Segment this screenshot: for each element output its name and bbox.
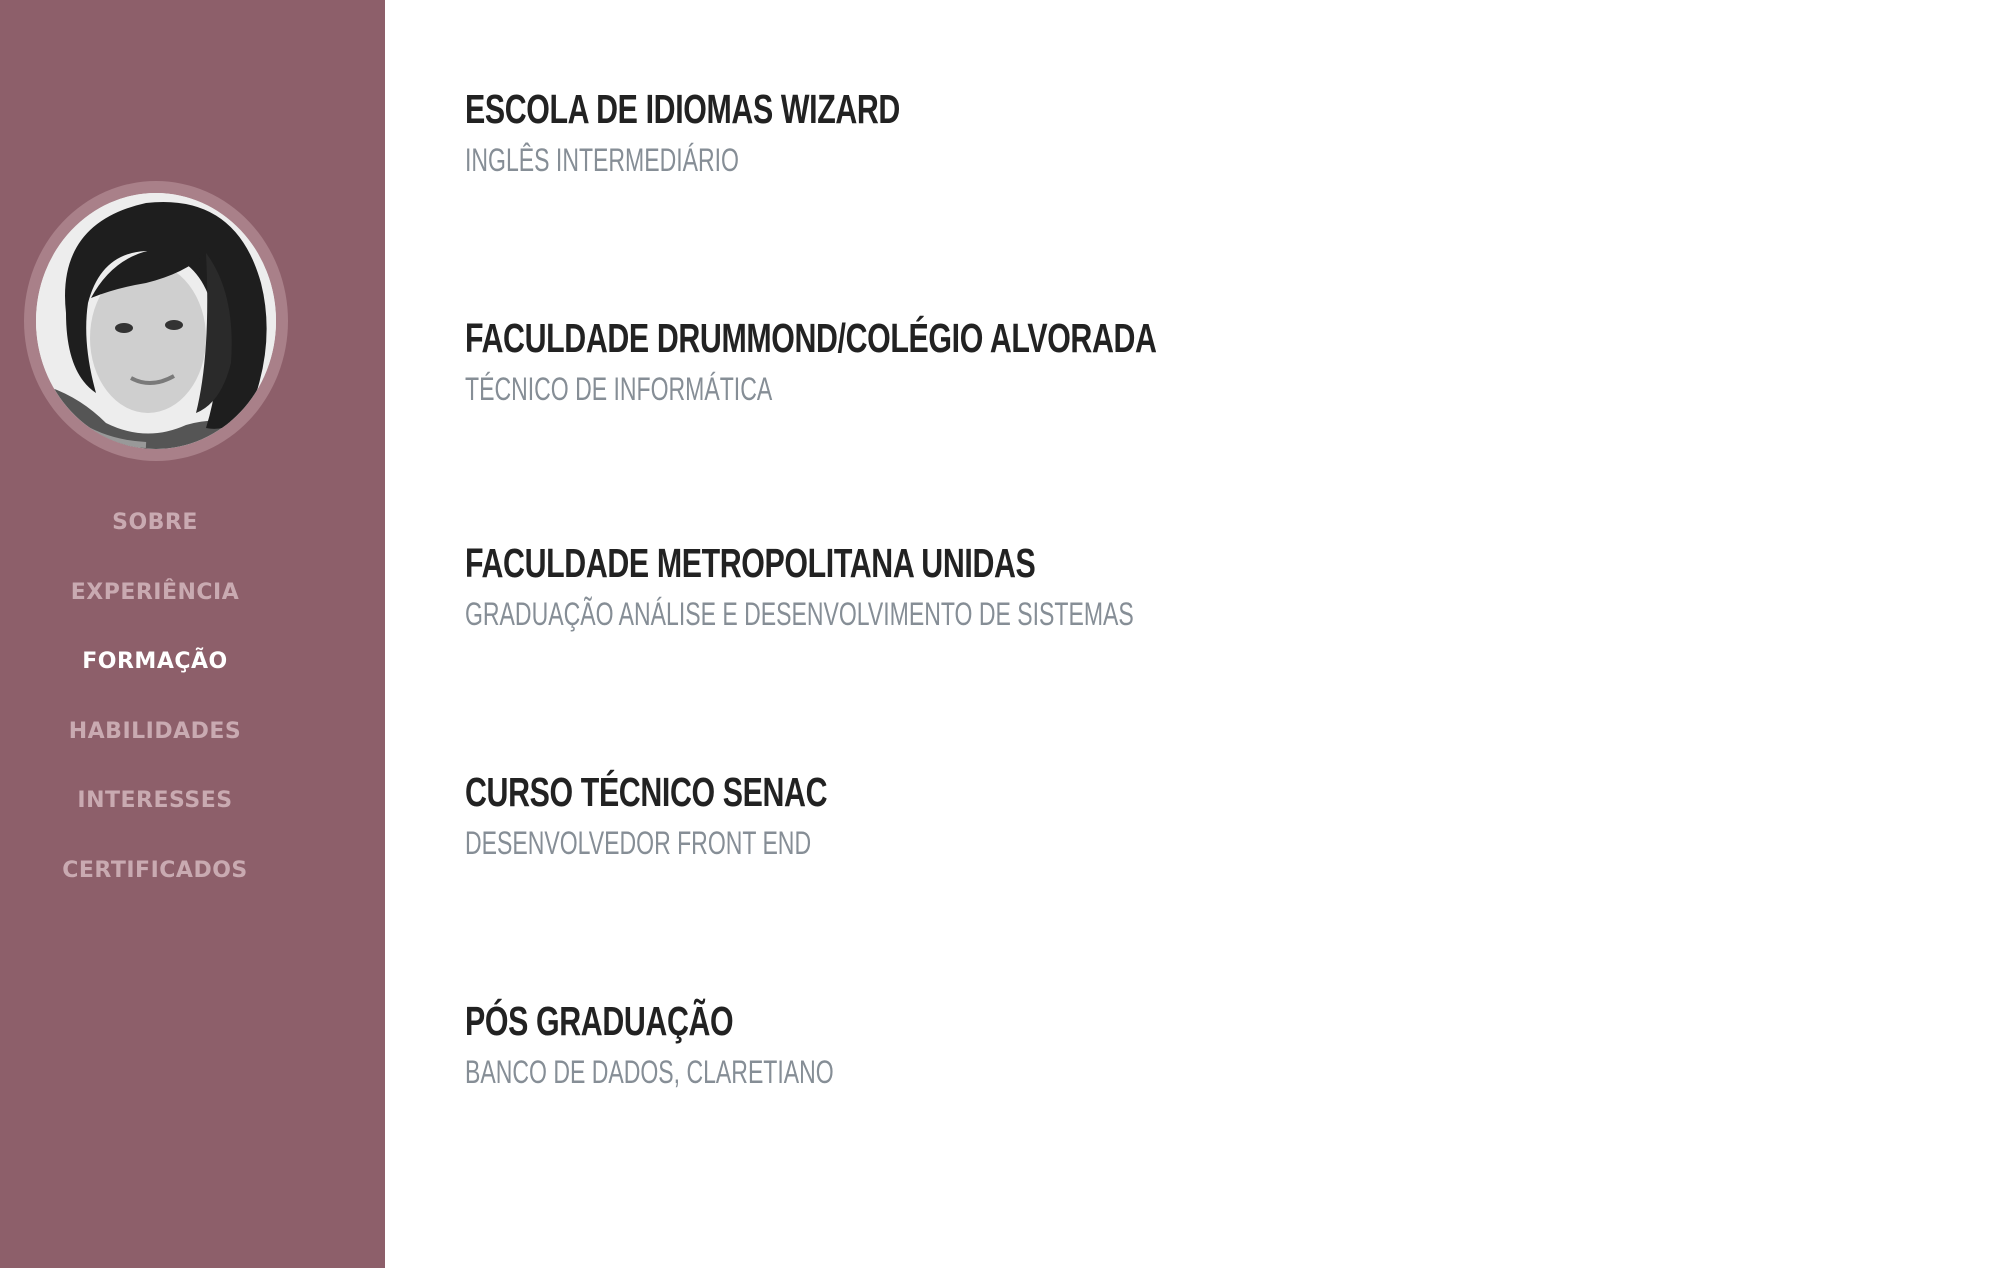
nav-item-interesses[interactable]: INTERESSES (0, 778, 310, 848)
education-entry: FACULDADE DRUMMOND/COLÉGIO ALVORADA TÉCN… (465, 313, 1865, 409)
entry-subtitle: GRADUAÇÃO ANÁLISE E DESENVOLVIMENTO DE S… (465, 596, 1134, 632)
nav-item-habilidades[interactable]: HABILIDADES (0, 709, 310, 779)
entry-title: FACULDADE METROPOLITANA UNIDAS (465, 540, 1036, 586)
entry-title: FACULDADE DRUMMOND/COLÉGIO ALVORADA (465, 315, 1157, 361)
education-entry: PÓS GRADUAÇÃO BANCO DE DADOS, CLARETIANO (465, 996, 1865, 1092)
avatar (36, 193, 276, 449)
nav-item-experiencia[interactable]: EXPERIÊNCIA (0, 570, 310, 640)
page: SOBRE EXPERIÊNCIA FORMAÇÃO HABILIDADES I… (0, 0, 2000, 1268)
education-entry: CURSO TÉCNICO SENAC DESENVOLVEDOR FRONT … (465, 767, 1865, 863)
nav-item-certificados[interactable]: CERTIFICADOS (0, 848, 310, 918)
entry-subtitle: TÉCNICO DE INFORMÁTICA (465, 371, 773, 407)
entry-subtitle: INGLÊS INTERMEDIÁRIO (465, 142, 739, 178)
sidebar: SOBRE EXPERIÊNCIA FORMAÇÃO HABILIDADES I… (0, 0, 385, 1268)
entry-subtitle: BANCO DE DADOS, CLARETIANO (465, 1054, 834, 1090)
avatar-ring (24, 181, 288, 461)
education-entry: ESCOLA DE IDIOMAS WIZARD INGLÊS INTERMED… (465, 84, 1865, 180)
nav-item-sobre[interactable]: SOBRE (0, 500, 310, 570)
sidebar-nav: SOBRE EXPERIÊNCIA FORMAÇÃO HABILIDADES I… (0, 500, 310, 917)
entry-subtitle: DESENVOLVEDOR FRONT END (465, 825, 812, 861)
nav-item-formacao[interactable]: FORMAÇÃO (0, 639, 310, 709)
education-entry: FACULDADE METROPOLITANA UNIDAS GRADUAÇÃO… (465, 538, 1865, 634)
entry-title: CURSO TÉCNICO SENAC (465, 769, 828, 815)
entry-title: PÓS GRADUAÇÃO (465, 998, 734, 1044)
entry-title: ESCOLA DE IDIOMAS WIZARD (465, 86, 900, 132)
profile-photo (36, 193, 276, 449)
